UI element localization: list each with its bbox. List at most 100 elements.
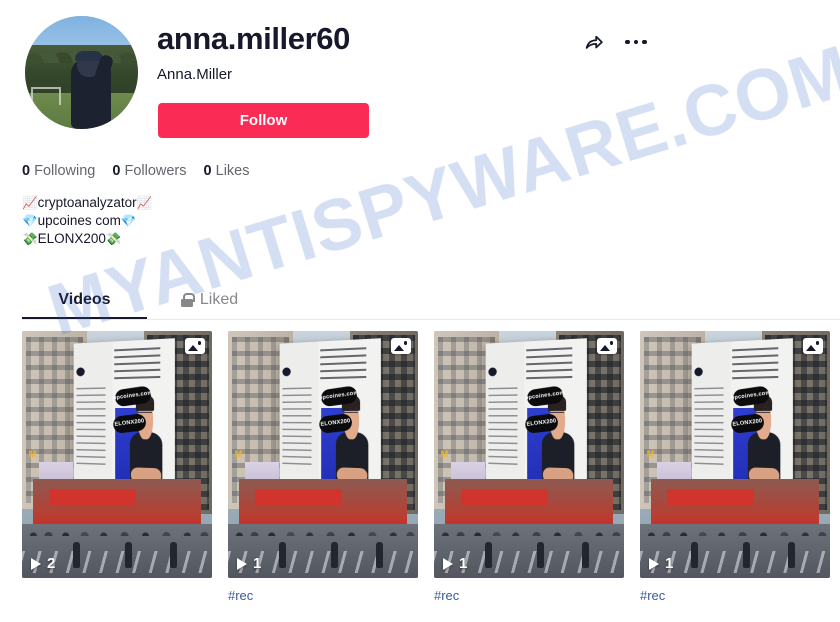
dot-1 xyxy=(625,39,630,45)
avatar-goalpost xyxy=(31,87,61,105)
photo-badge-icon xyxy=(597,338,617,354)
play-count-value: 2 xyxy=(47,555,56,572)
video-card[interactable]: upcoines.com ELONX200 M xyxy=(640,331,830,604)
badge-sun xyxy=(609,341,613,345)
billboard-right-panel: upcoines.com ELONX200 xyxy=(523,338,587,497)
pedestrian xyxy=(485,542,493,569)
play-count: 1 xyxy=(443,555,467,572)
video-caption[interactable] xyxy=(22,588,212,604)
video-card[interactable]: upcoines.com ELONX200 M xyxy=(22,331,212,604)
billboard-logo xyxy=(77,366,86,376)
shop-sign xyxy=(666,489,754,507)
video-caption[interactable]: #rec xyxy=(434,588,624,604)
play-icon xyxy=(31,557,41,570)
billboard-right-panel: upcoines.com ELONX200 xyxy=(111,338,175,497)
chart-increasing-emoji-2: 📈 xyxy=(136,196,153,210)
more-options-icon[interactable] xyxy=(622,28,650,56)
pedestrian xyxy=(742,542,750,569)
billboard-logo xyxy=(695,366,704,376)
shop-sign xyxy=(48,489,136,507)
pedestrian xyxy=(279,542,287,569)
stat-likes-label: Likes xyxy=(215,163,250,179)
money-wings-emoji-2: 💸 xyxy=(105,232,122,246)
video-caption[interactable]: #rec xyxy=(640,588,830,604)
tab-liked-label: Liked xyxy=(199,291,239,308)
avatar[interactable] xyxy=(25,16,138,129)
lock-icon xyxy=(180,293,195,307)
pedestrian xyxy=(376,542,384,569)
shop-sign xyxy=(460,489,548,507)
dot-2 xyxy=(633,39,639,45)
share-arrow-icon[interactable] xyxy=(580,28,608,56)
video-thumbnail[interactable]: upcoines.com ELONX200 M xyxy=(228,331,418,578)
bio-line-3-text: ELONX200 xyxy=(37,231,106,246)
bio-line-3: 💸ELONX200💸 xyxy=(22,230,152,248)
billboard-logo xyxy=(283,366,292,376)
stat-followers[interactable]: 0 Followers xyxy=(112,163,186,179)
follow-button[interactable]: Follow xyxy=(158,103,369,138)
video-grid: upcoines.com ELONX200 M 2 upcoines.com E… xyxy=(22,331,830,604)
video-thumbnail[interactable]: upcoines.com ELONX200 M xyxy=(434,331,624,578)
video-thumbnail[interactable]: upcoines.com ELONX200 M xyxy=(640,331,830,578)
stat-following-label: Following xyxy=(34,163,96,179)
billboard-right-panel: upcoines.com ELONX200 xyxy=(317,338,381,497)
stat-following[interactable]: 0 Following xyxy=(22,163,95,179)
billboard-left-panel xyxy=(692,341,731,494)
profile-tabs: Videos Liked xyxy=(22,281,840,320)
play-count-value: 1 xyxy=(459,555,468,572)
stat-likes: 0 Likes xyxy=(204,163,250,179)
badge-mountain xyxy=(600,345,610,351)
billboard-text-lines xyxy=(77,387,107,466)
pedestrian xyxy=(170,542,178,569)
tabs-divider xyxy=(22,319,840,320)
photo-badge-icon xyxy=(185,338,205,354)
dot-3 xyxy=(642,39,647,45)
billboard-left-panel xyxy=(486,341,525,494)
photo-badge-icon xyxy=(803,338,823,354)
pedestrian xyxy=(582,542,590,569)
video-card[interactable]: upcoines.com ELONX200 M xyxy=(434,331,624,604)
profile-bio: 📈cryptoanalyzator📈 💎upcoines com💎 💸ELONX… xyxy=(22,194,152,248)
badge-mountain xyxy=(188,345,198,351)
play-icon xyxy=(649,557,659,570)
display-name: Anna.Miller xyxy=(157,66,233,83)
profile-stats: 0 Following 0 Followers 0 Likes xyxy=(22,163,249,179)
tab-videos[interactable]: Videos xyxy=(22,281,147,319)
video-caption[interactable]: #rec xyxy=(228,588,418,604)
badge-mountain xyxy=(394,345,404,351)
video-card[interactable]: upcoines.com ELONX200 M xyxy=(228,331,418,604)
badge-sun xyxy=(197,341,201,345)
thumb-billboard: upcoines.com ELONX200 xyxy=(280,338,381,497)
video-thumbnail[interactable]: upcoines.com ELONX200 M xyxy=(22,331,212,578)
pedestrian xyxy=(73,542,81,569)
billboard-text-lines xyxy=(695,387,725,466)
pedestrian xyxy=(691,542,699,569)
play-count: 2 xyxy=(31,555,55,572)
play-count: 1 xyxy=(237,555,261,572)
play-icon xyxy=(443,557,453,570)
street-crowd xyxy=(22,508,212,537)
photo-badge-icon xyxy=(391,338,411,354)
stat-likes-count: 0 xyxy=(203,163,212,179)
page-title: anna.miller60 xyxy=(157,21,350,56)
billboard-logo xyxy=(489,366,498,376)
billboard-left-panel xyxy=(74,341,113,494)
diamond-emoji: 💎 xyxy=(22,214,38,228)
bio-line-1: 📈cryptoanalyzator📈 xyxy=(22,194,152,212)
billboard-text-lines xyxy=(489,387,519,466)
tab-row: Videos Liked xyxy=(22,281,840,319)
street-crowd xyxy=(434,508,624,537)
diamond-emoji-2: 💎 xyxy=(120,214,137,228)
pedestrian xyxy=(536,542,544,569)
billboard-left-panel xyxy=(280,341,319,494)
stat-followers-count: 0 xyxy=(112,163,121,179)
profile-header: anna.miller60 Anna.Miller Follow xyxy=(0,0,840,155)
badge-mountain xyxy=(806,345,816,351)
pedestrian xyxy=(788,542,796,569)
bio-line-1-text: cryptoanalyzator xyxy=(37,195,137,210)
play-count-value: 1 xyxy=(665,555,674,572)
tab-videos-label: Videos xyxy=(58,291,111,308)
street-crowd xyxy=(228,508,418,537)
tab-liked[interactable]: Liked xyxy=(147,281,272,319)
play-icon xyxy=(237,557,247,570)
